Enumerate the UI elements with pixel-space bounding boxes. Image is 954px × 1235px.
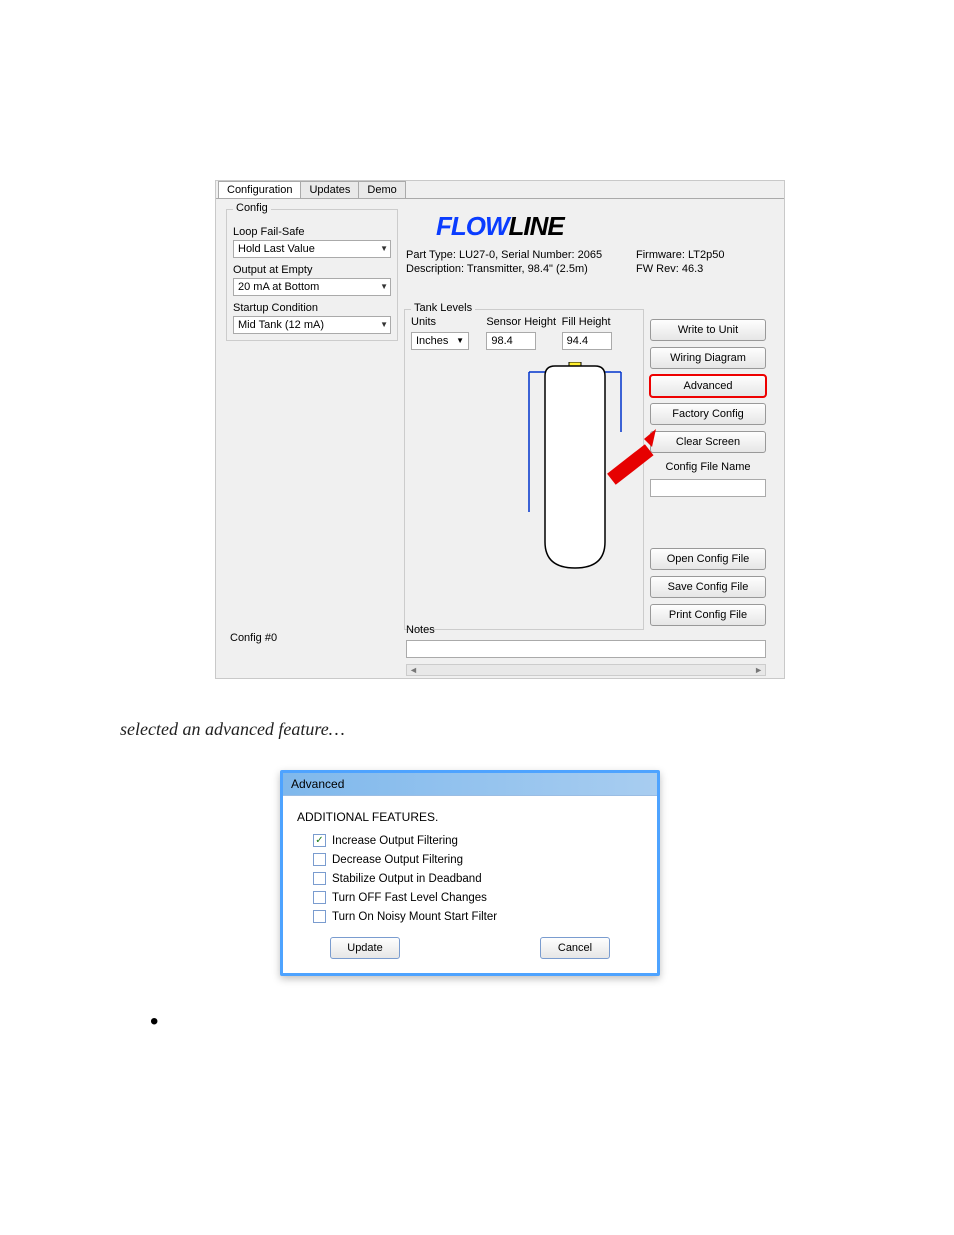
- advanced-feature-label: Stabilize Output in Deadband: [332, 873, 482, 885]
- scroll-right-icon[interactable]: ►: [754, 665, 763, 675]
- chevron-down-icon: ▼: [380, 241, 388, 257]
- startup-condition-value: Mid Tank (12 mA): [238, 317, 324, 333]
- notes-input[interactable]: [406, 640, 766, 658]
- advanced-feature-label: Turn OFF Fast Level Changes: [332, 892, 487, 904]
- advanced-button[interactable]: Advanced: [650, 375, 766, 397]
- checkbox[interactable]: [313, 834, 326, 847]
- startup-condition-label: Startup Condition: [233, 302, 391, 314]
- tank-levels-row: Inches ▼ 98.4 94.4: [411, 332, 637, 350]
- units-select[interactable]: Inches ▼: [411, 332, 469, 350]
- config-file-name-label: Config File Name: [650, 461, 766, 473]
- logo-line: LINE: [509, 211, 564, 241]
- tank-levels-header: Units Sensor Height Fill Height: [411, 316, 637, 328]
- update-button[interactable]: Update: [330, 937, 400, 959]
- units-value: Inches: [416, 333, 448, 349]
- startup-condition-select[interactable]: Mid Tank (12 mA) ▼: [233, 316, 391, 334]
- config-groupbox: Config Loop Fail-Safe Hold Last Value ▼ …: [226, 209, 398, 341]
- advanced-feature-label: Turn On Noisy Mount Start Filter: [332, 911, 497, 923]
- tank-diagram: [515, 362, 635, 582]
- advanced-dialog-body: ADDITIONAL FEATURES. Increase Output Fil…: [283, 796, 657, 973]
- bullet-marker: •: [150, 1010, 834, 1034]
- tab-bar: Configuration Updates Demo: [218, 181, 784, 198]
- output-at-empty-select[interactable]: 20 mA at Bottom ▼: [233, 278, 391, 296]
- advanced-feature-label: Increase Output Filtering: [332, 835, 458, 847]
- config-right-column: FLOWLINE Part Type: LU27-0, Serial Numbe…: [398, 209, 774, 674]
- config-window: Configuration Updates Demo Config Loop F…: [215, 180, 785, 679]
- description-label: Description: Transmitter, 98.4" (2.5m): [406, 263, 636, 275]
- checkbox[interactable]: [313, 910, 326, 923]
- tab-configuration[interactable]: Configuration: [218, 181, 301, 198]
- clear-screen-button[interactable]: Clear Screen: [650, 431, 766, 453]
- tank-levels-group: Tank Levels Units Sensor Height Fill Hei…: [404, 309, 644, 630]
- tank-levels-legend: Tank Levels: [411, 302, 475, 314]
- chevron-down-icon: ▼: [380, 279, 388, 295]
- notes-label: Notes: [406, 624, 435, 636]
- advanced-dialog-title: Advanced: [283, 773, 657, 796]
- units-header: Units: [411, 316, 486, 328]
- save-config-file-button[interactable]: Save Config File: [650, 576, 766, 598]
- sensor-height-input[interactable]: 98.4: [486, 332, 536, 350]
- checkbox[interactable]: [313, 891, 326, 904]
- sensor-height-header: Sensor Height: [486, 316, 561, 328]
- meta-row-1: Part Type: LU27-0, Serial Number: 2065 F…: [406, 249, 774, 261]
- advanced-heading: ADDITIONAL FEATURES.: [297, 810, 643, 824]
- fill-height-input[interactable]: 94.4: [562, 332, 612, 350]
- factory-config-button[interactable]: Factory Config: [650, 403, 766, 425]
- advanced-feature-item: Stabilize Output in Deadband: [313, 872, 643, 885]
- configuration-panel: Config Loop Fail-Safe Hold Last Value ▼ …: [216, 198, 784, 678]
- action-buttons-column: Write to Unit Wiring Diagram Advanced Fa…: [650, 319, 766, 626]
- scroll-left-icon[interactable]: ◄: [409, 665, 418, 675]
- tab-updates[interactable]: Updates: [300, 181, 359, 198]
- advanced-feature-item: Increase Output Filtering: [313, 834, 643, 847]
- firmware-label: Firmware: LT2p50: [636, 249, 724, 261]
- write-to-unit-button[interactable]: Write to Unit: [650, 319, 766, 341]
- config-file-name-input[interactable]: [650, 479, 766, 497]
- advanced-dialog-buttons: Update Cancel: [297, 937, 643, 959]
- advanced-feature-label: Decrease Output Filtering: [332, 854, 463, 866]
- logo-flow: FLOW: [436, 211, 509, 241]
- advanced-feature-item: Turn OFF Fast Level Changes: [313, 891, 643, 904]
- checkbox[interactable]: [313, 853, 326, 866]
- part-type-label: Part Type: LU27-0, Serial Number: 2065: [406, 249, 636, 261]
- open-config-file-button[interactable]: Open Config File: [650, 548, 766, 570]
- config-hash-label: Config #0: [230, 632, 277, 644]
- notes-scrollbar[interactable]: ◄ ►: [406, 664, 766, 676]
- flowline-logo: FLOWLINE: [436, 211, 706, 241]
- checkbox[interactable]: [313, 872, 326, 885]
- chevron-down-icon: ▼: [380, 317, 388, 333]
- loop-fail-safe-label: Loop Fail-Safe: [233, 226, 391, 238]
- meta-row-2: Description: Transmitter, 98.4" (2.5m) F…: [406, 263, 774, 275]
- config-left-column: Config Loop Fail-Safe Hold Last Value ▼ …: [226, 209, 398, 674]
- loop-fail-safe-value: Hold Last Value: [238, 241, 315, 257]
- loop-fail-safe-select[interactable]: Hold Last Value ▼: [233, 240, 391, 258]
- fill-height-header: Fill Height: [562, 316, 637, 328]
- tab-demo[interactable]: Demo: [358, 181, 405, 198]
- wiring-diagram-button[interactable]: Wiring Diagram: [650, 347, 766, 369]
- print-config-file-button[interactable]: Print Config File: [650, 604, 766, 626]
- advanced-feature-item: Decrease Output Filtering: [313, 853, 643, 866]
- document-caption: selected an advanced feature…: [120, 719, 834, 740]
- advanced-feature-item: Turn On Noisy Mount Start Filter: [313, 910, 643, 923]
- output-at-empty-label: Output at Empty: [233, 264, 391, 276]
- advanced-dialog: Advanced ADDITIONAL FEATURES. Increase O…: [280, 770, 660, 976]
- config-group-legend: Config: [233, 202, 271, 214]
- output-at-empty-value: 20 mA at Bottom: [238, 279, 319, 295]
- fw-rev-label: FW Rev: 46.3: [636, 263, 703, 275]
- cancel-button[interactable]: Cancel: [540, 937, 610, 959]
- chevron-down-icon: ▼: [456, 333, 464, 349]
